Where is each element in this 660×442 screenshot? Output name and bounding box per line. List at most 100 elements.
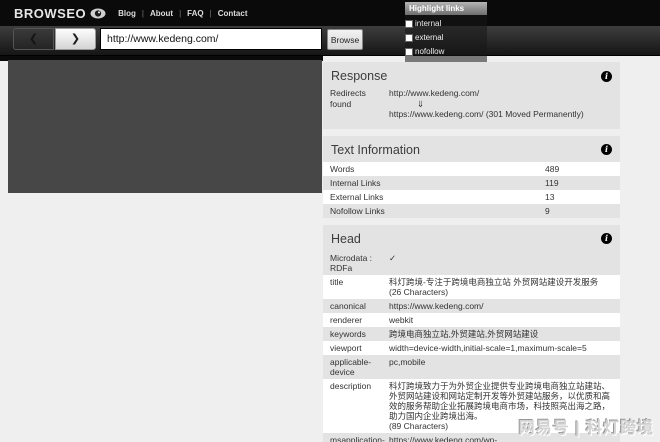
field-value-text: webkit (389, 315, 614, 325)
header-nav-item: Blog (118, 9, 136, 18)
header-nav-item: FAQ (173, 9, 204, 18)
header-nav-link[interactable]: Blog (118, 9, 136, 18)
table-row: External Links 13 (323, 190, 620, 204)
table-row: title 科灯跨境-专注于跨境电商独立站 外贸网站建设开发服务 (26 Cha… (323, 275, 620, 299)
field-value: 科灯跨境致力于为外贸企业提供专业跨境电商独立站建站、外贸网站建设和网站定制开发等… (389, 380, 620, 432)
text-information-table: Words 489 Internal Links 119 External Li… (323, 162, 620, 218)
field-value-note: (26 Characters) (389, 287, 614, 297)
url-input[interactable] (100, 28, 322, 50)
header-nav: Blog About FAQ Contact (118, 9, 247, 18)
header-nav-link[interactable]: Contact (218, 9, 248, 18)
info-icon[interactable]: i (601, 144, 612, 155)
back-button[interactable]: ❮ (13, 28, 54, 50)
highlight-links-title: Highlight links (405, 2, 487, 15)
text-information-section-header: Text Information i (323, 136, 620, 162)
section-title: Response (331, 69, 387, 83)
field-label: renderer (323, 314, 389, 326)
eye-icon (90, 8, 106, 19)
header-nav-link[interactable]: About (150, 9, 173, 18)
response-section: Response i Redirects found http://www.ke… (323, 62, 620, 129)
field-value-text: https://www.kedeng.com/ (389, 301, 614, 311)
table-row: msapplication-tileimage https://www.kede… (323, 433, 620, 442)
browseo-logo-text: BROWSEO (14, 6, 86, 21)
section-title: Head (331, 232, 361, 246)
field-value: 119 (545, 177, 620, 189)
highlight-option[interactable]: nofollow (405, 46, 487, 57)
field-label: Internal Links (323, 177, 545, 189)
field-label: msapplication-tileimage (323, 434, 389, 442)
table-row: canonical https://www.kedeng.com/ (323, 299, 620, 313)
text-information-section: Text Information i Words 489 Internal Li… (323, 136, 620, 218)
page-preview-pane (0, 56, 323, 442)
microdata-row: Microdata : RDFa ✓ (323, 251, 620, 275)
field-value: https://www.kedeng.com/ (389, 300, 620, 312)
header-nav-item: About (136, 9, 173, 18)
field-value-text: pc,mobile (389, 357, 614, 367)
table-row: renderer webkit (323, 313, 620, 327)
field-label: Nofollow Links (323, 205, 545, 217)
browseo-logo[interactable]: BROWSEO (14, 6, 106, 21)
response-section-header: Response i (323, 62, 620, 88)
field-label: applicable-device (323, 356, 389, 378)
field-label: description (323, 380, 389, 432)
highlight-option-label: external (415, 33, 443, 42)
info-icon[interactable]: i (601, 71, 612, 82)
field-label: External Links (323, 191, 545, 203)
field-label: Words (323, 163, 545, 175)
redirect-chain: http://www.kedeng.com/ ⇓ https://www.ked… (389, 88, 614, 120)
rendered-page-preview (8, 60, 322, 193)
field-label: keywords (323, 328, 389, 340)
seo-info-pane: Response i Redirects found http://www.ke… (323, 56, 620, 442)
field-value-text: 跨境电商独立站,外贸建站,外贸网站建设 (389, 329, 614, 339)
field-label: title (323, 276, 389, 298)
field-value: 489 (545, 163, 620, 175)
table-row: Nofollow Links 9 (323, 204, 620, 218)
table-row: applicable-device pc,mobile (323, 355, 620, 379)
field-value: webkit (389, 314, 620, 326)
checkbox-icon[interactable] (405, 48, 413, 56)
highlight-option[interactable]: internal (405, 18, 487, 29)
field-value-note: (89 Characters) (389, 421, 614, 431)
browse-button[interactable]: Browse (327, 29, 363, 50)
field-value: 跨境电商独立站,外贸建站,外贸网站建设 (389, 328, 620, 340)
forward-button[interactable]: ❯ (55, 28, 96, 50)
head-section-header: Head i (323, 225, 620, 251)
field-label: viewport (323, 342, 389, 354)
redirects-label: Redirects found (323, 88, 389, 120)
field-value: 13 (545, 191, 620, 203)
table-row: Internal Links 119 (323, 176, 620, 190)
field-value: width=device-width,initial-scale=1,maxim… (389, 342, 620, 354)
redirect-arrow-icon: ⇓ (389, 99, 614, 110)
field-label: canonical (323, 300, 389, 312)
table-row: description 科灯跨境致力于为外贸企业提供专业跨境电商独立站建站、外贸… (323, 379, 620, 433)
checkbox-icon[interactable] (405, 20, 413, 28)
redirect-from-url: http://www.kedeng.com/ (389, 88, 614, 99)
highlight-option-label: internal (415, 19, 441, 28)
head-meta-table: title 科灯跨境-专注于跨境电商独立站 外贸网站建设开发服务 (26 Cha… (323, 275, 620, 442)
section-title: Text Information (331, 143, 420, 157)
browser-toolbar: ❮ ❯ Browse (0, 26, 660, 56)
info-icon[interactable]: i (601, 233, 612, 244)
table-row: Words 489 (323, 162, 620, 176)
highlight-links-panel: Highlight links internal external nofoll… (405, 2, 487, 62)
highlight-links-options: internal external nofollow (405, 15, 487, 62)
highlight-option[interactable]: external (405, 32, 487, 43)
field-value: 9 (545, 205, 620, 217)
field-label: Microdata : RDFa (323, 252, 389, 274)
field-value-text: https://www.kedeng.com/wp-content/upload… (389, 435, 614, 442)
redirects-row: Redirects found http://www.kedeng.com/ ⇓… (323, 88, 620, 129)
header-nav-item: Contact (204, 9, 248, 18)
header-nav-link[interactable]: FAQ (187, 9, 203, 18)
checkbox-icon[interactable] (405, 34, 413, 42)
field-value-text: 科灯跨境-专注于跨境电商独立站 外贸网站建设开发服务 (389, 277, 614, 287)
top-header-bar: BROWSEO Blog About FAQ Contact (0, 0, 660, 26)
field-value-text: 科灯跨境致力于为外贸企业提供专业跨境电商独立站建站、外贸网站建设和网站定制开发等… (389, 381, 614, 421)
table-row: keywords 跨境电商独立站,外贸建站,外贸网站建设 (323, 327, 620, 341)
field-value-text: width=device-width,initial-scale=1,maxim… (389, 343, 614, 353)
redirect-to-url: https://www.kedeng.com/ (301 Moved Perma… (389, 109, 614, 120)
head-section: Head i Microdata : RDFa ✓ title 科灯跨境-专注于… (323, 225, 620, 442)
microdata-checkmark: ✓ (389, 252, 620, 274)
field-value: https://www.kedeng.com/wp-content/upload… (389, 434, 620, 442)
table-row: viewport width=device-width,initial-scal… (323, 341, 620, 355)
highlight-option-label: nofollow (415, 47, 444, 56)
